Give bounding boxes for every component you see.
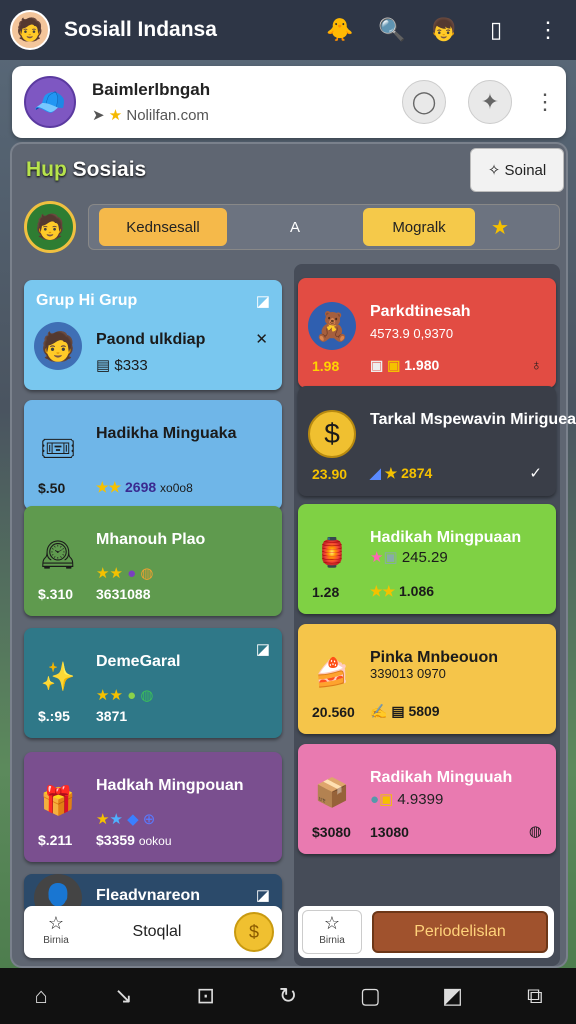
edit-icon[interactable]: ◩ xyxy=(433,983,473,1009)
puzzle-icon: ✧ xyxy=(487,162,501,179)
list-item[interactable]: 🍰 Pinka Mnbeouon 339013 0970 20.560 ✍ ▤ … xyxy=(298,624,556,734)
tab-kednsesall[interactable]: Kednsesall xyxy=(99,208,227,246)
star-outline-icon[interactable]: ☆ Birnia xyxy=(302,910,362,954)
filter-avatar[interactable]: 🧑 xyxy=(24,201,76,253)
lock-icon[interactable]: ♁ xyxy=(531,357,542,374)
search-icon[interactable]: 🔍 xyxy=(374,12,410,48)
info-icon[interactable]: ◍ xyxy=(529,822,542,840)
square-icon[interactable]: ⊡ xyxy=(186,983,226,1009)
list-item[interactable]: $ Tarkal Mspewavin Miriguealli 23.90 ◢ ★… xyxy=(298,386,576,496)
coin-icon: $ xyxy=(308,410,356,458)
profile-more-icon[interactable]: ⋮ xyxy=(534,89,556,115)
tab-a[interactable]: A xyxy=(227,208,363,246)
social-bar: ☆ Birnia Stoqlal $ xyxy=(24,906,282,958)
user-avatar[interactable]: 🧑 xyxy=(10,10,50,50)
star-outline-icon[interactable]: ☆ Birnia xyxy=(32,912,80,952)
phone-icon[interactable]: ▯ xyxy=(478,12,514,48)
send-icon: ➤ xyxy=(92,107,105,124)
star-icon[interactable]: ★ xyxy=(475,208,525,246)
refresh-icon[interactable]: ↻ xyxy=(268,983,308,1009)
tab-mogralk[interactable]: Mogralk xyxy=(363,208,475,246)
system-nav-bar: ⌂ ↘ ⊡ ↻ ▢ ◩ ⧉ xyxy=(0,968,576,1024)
primary-button[interactable]: Periodelislan xyxy=(372,911,548,953)
right-column: 🧸 Parkdtinesah 4573.9 0,9370 1.98 ▣ ▣ 1.… xyxy=(294,264,576,966)
list-item[interactable]: 🏮 Hadikah Mingpuaan ★▣ 245.29 1.28 ★★ 1.… xyxy=(298,504,556,614)
profile-avatar: 🧢 xyxy=(24,76,76,128)
card-icon: ▤ xyxy=(96,357,111,374)
app-title: Sosiall Indansa xyxy=(64,18,217,41)
left-column: Grup Hi Grup ◪ 🧑 Paond ulkdiap ▤ $333 ✕ … xyxy=(20,264,286,966)
profile-card[interactable]: 🧢 Baimlerlbngah ➤ ★ Nolilfan.com ◯ ✦ ⋮ xyxy=(12,66,566,138)
list-item[interactable]: 🎟 Hadikha Minguaka $.50 ★★ 2698 xo0o8 xyxy=(24,400,282,510)
gift-box-icon: 🎁 xyxy=(40,784,76,816)
back-icon[interactable]: ↘ xyxy=(103,983,143,1009)
chat-button[interactable]: ◯ xyxy=(402,80,446,124)
list-item[interactable]: ◪ ✨ DemeGaral ★★ ● ◍ $.:95 3871 xyxy=(24,628,282,738)
list-item[interactable]: 🎁 Hadkah Mingpouan ★★ ◆ ⊕ $.211 $3359 oo… xyxy=(24,752,282,862)
edit-icon[interactable]: ◪ xyxy=(256,886,270,904)
edit-icon[interactable]: ◪ xyxy=(256,292,270,310)
toy-icon: 🧸 xyxy=(308,302,356,350)
coin-icon[interactable]: $ xyxy=(234,912,274,952)
clock-icon: 🕰 xyxy=(40,538,76,570)
machine-icon: 🏮 xyxy=(314,536,350,568)
action-bar: ☆ Birnia Periodelislan xyxy=(298,906,554,958)
list-item[interactable]: 🕰 Mhanouh Plao ★★ ● ◍ $.310 3631088 xyxy=(24,506,282,616)
app-bar: 🧑 Sosiall Indansa 🐥 🔍 👦 ▯ ⋮ xyxy=(0,0,576,60)
puzzle-button[interactable]: ✦ xyxy=(468,80,512,124)
duck-icon[interactable]: 🐥 xyxy=(322,12,358,48)
check-icon[interactable]: ✓ xyxy=(529,464,542,482)
more-icon[interactable]: ⋮ xyxy=(530,12,566,48)
panel-heading: Hup Sosiais xyxy=(26,158,147,181)
profile-name: Baimlerlbngah xyxy=(92,80,211,99)
social-button[interactable]: ✧ Soinal xyxy=(470,148,564,192)
social-label[interactable]: Stoqlal xyxy=(80,923,234,941)
ticket-icon: 🎟 xyxy=(40,432,76,464)
list-item[interactable]: 🧸 Parkdtinesah 4573.9 0,9370 1.98 ▣ ▣ 1.… xyxy=(298,278,556,388)
screenshot-icon[interactable]: ⧉ xyxy=(515,983,555,1009)
recent-icon[interactable]: ▢ xyxy=(350,983,390,1009)
list-item[interactable]: Grup Hi Grup ◪ 🧑 Paond ulkdiap ▤ $333 ✕ xyxy=(24,280,282,390)
profile-subtitle: ➤ ★ Nolilfan.com xyxy=(92,107,209,124)
person-icon: 🧑 xyxy=(34,322,82,370)
star-icon: ★ xyxy=(108,107,123,124)
filter-row: 🧑 Kednsesall A Mogralk ★ xyxy=(24,201,560,253)
list-item[interactable]: 📦 Radikah Minguuah ●▣ 4.9399 $3080 13080… xyxy=(298,744,556,854)
character-icon[interactable]: 👦 xyxy=(426,12,462,48)
home-icon[interactable]: ⌂ xyxy=(21,983,61,1009)
cake-icon: 🍰 xyxy=(314,656,350,688)
box-icon: 📦 xyxy=(314,776,350,808)
settings-icon[interactable]: ✕ xyxy=(255,330,268,376)
star-burst-icon: ✨ xyxy=(40,660,76,692)
main-panel: Hup Sosiais ✧ Soinal 🧑 Kednsesall A Mogr… xyxy=(10,142,576,968)
filter-tabs: Kednsesall A Mogralk ★ xyxy=(88,204,560,250)
